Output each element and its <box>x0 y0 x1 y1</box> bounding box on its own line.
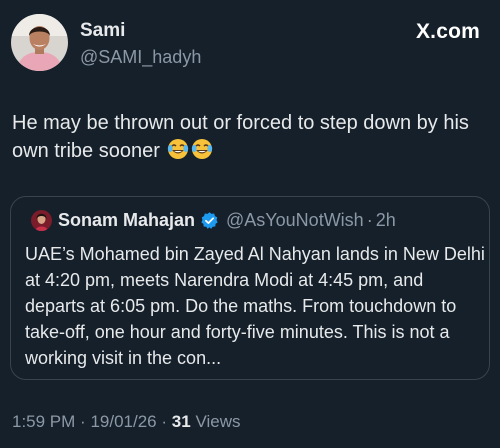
tweet-meta-row: 1:59 PM · 19/01/26 · 31 Views <box>12 411 240 433</box>
quoted-author-display-name[interactable]: Sonam Mahajan <box>58 209 195 231</box>
verified-badge-icon <box>200 211 219 230</box>
quoted-tweet-header: Sonam Mahajan @AsYouNotWish · 2h <box>58 209 396 231</box>
tweet-text-block: He may be thrown out or forced to step d… <box>12 109 490 168</box>
tweet-date[interactable]: 19/01/26 <box>90 412 156 431</box>
views-count: 31 <box>171 412 191 431</box>
meta-separator: · <box>80 412 86 431</box>
meta-separator: · <box>161 412 168 431</box>
views-label: Views <box>195 412 241 431</box>
quoted-tweet-timestamp[interactable]: 2h <box>376 209 396 231</box>
author-avatar-image <box>11 14 68 71</box>
tweet-card: Sami @SAMI_hadyh X.com He may be thrown … <box>0 0 500 448</box>
quoted-author-avatar-image <box>31 210 52 231</box>
author-avatar[interactable] <box>11 14 68 71</box>
x-com-logo: X.com <box>415 20 480 43</box>
quoted-tweet-card[interactable]: Sonam Mahajan @AsYouNotWish · 2h UAE’s M… <box>10 196 490 380</box>
author-handle[interactable]: @SAMI_hadyh <box>80 46 201 68</box>
quoted-tweet-text: UAE’s Mohamed bin Zayed Al Nahyan lands … <box>25 244 485 368</box>
quoted-author-avatar[interactable] <box>31 210 52 231</box>
quoted-author-handle[interactable]: @AsYouNotWish <box>226 209 364 231</box>
tweet-text: He may be thrown out or forced to step d… <box>12 112 469 162</box>
face-with-tears-of-joy-icon <box>167 138 189 168</box>
quoted-header-separator: · <box>366 210 373 230</box>
face-with-tears-of-joy-icon <box>191 138 213 168</box>
author-display-name[interactable]: Sami <box>80 20 125 42</box>
tweet-time[interactable]: 1:59 PM <box>12 412 75 431</box>
